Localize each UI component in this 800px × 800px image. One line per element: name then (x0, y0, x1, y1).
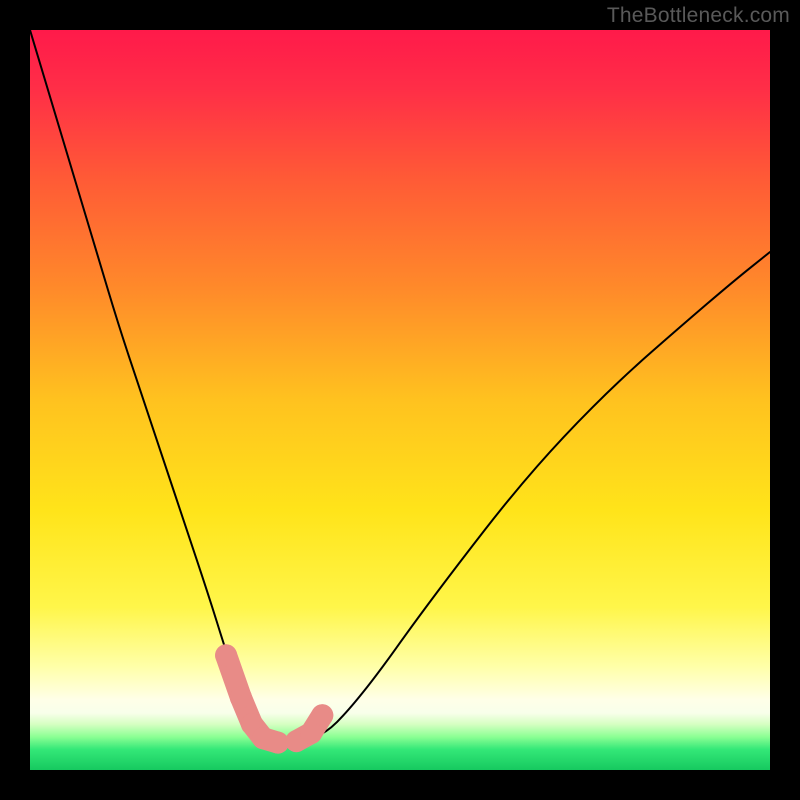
background-gradient (30, 30, 770, 770)
chart-frame: TheBottleneck.com (0, 0, 800, 800)
plot-area (30, 30, 770, 770)
watermark-text: TheBottleneck.com (607, 4, 790, 28)
